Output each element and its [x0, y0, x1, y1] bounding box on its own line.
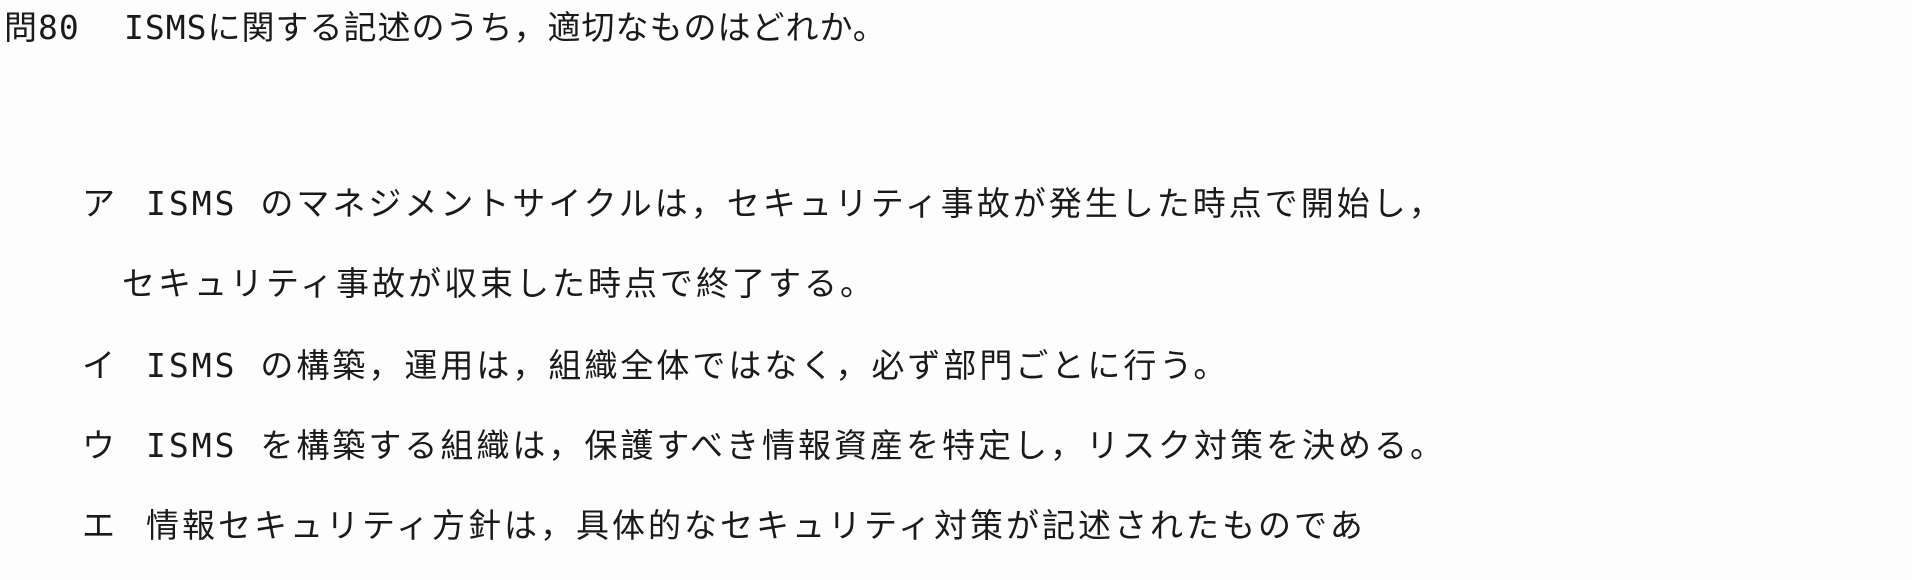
choice-marker: エ [82, 506, 118, 545]
choice-text: セキュリティ事故が収束した時点で終了する。 [122, 264, 877, 303]
question-text: ISMSに関する記述のうち，適切なものはどれか。 [124, 8, 887, 47]
choice-text: ISMS を構築する組織は，保護すべき情報資産を特定し，リスク対策を決める。 [146, 426, 1447, 465]
choice-a-continuation: セキュリティ事故が収束した時点で終了する。 [122, 264, 876, 304]
choice-marker: イ [82, 346, 118, 385]
choice-a: ア ISMS のマネジメントサイクルは，セキュリティ事故が発生した時点で開始し， [82, 184, 1445, 224]
question-header: 問80 ISMSに関する記述のうち，適切なものはどれか。 [4, 8, 887, 48]
choice-text: ISMS の構築，運用は，組織全体ではなく，必ず部門ごとに行う。 [146, 346, 1230, 385]
question-number: 問80 [4, 8, 80, 47]
choice-i: イ ISMS の構築，運用は，組織全体ではなく，必ず部門ごとに行う。 [82, 346, 1229, 386]
choice-marker: ウ [82, 426, 118, 465]
choice-e: エ情報セキュリティ方針は，具体的なセキュリティ対策が記述されたものであ [82, 506, 1366, 546]
choice-text: 情報セキュリティ方針は，具体的なセキュリティ対策が記述されたものであ [146, 506, 1366, 545]
choice-marker: ア [82, 184, 118, 223]
exam-page: 問80 ISMSに関する記述のうち，適切なものはどれか。 ア ISMS のマネジメン… [0, 0, 1912, 580]
choice-u: ウ ISMS を構築する組織は，保護すべき情報資産を特定し，リスク対策を決める。 [82, 426, 1446, 466]
choice-text: ISMS のマネジメントサイクルは，セキュリティ事故が発生した時点で開始し， [146, 184, 1445, 223]
